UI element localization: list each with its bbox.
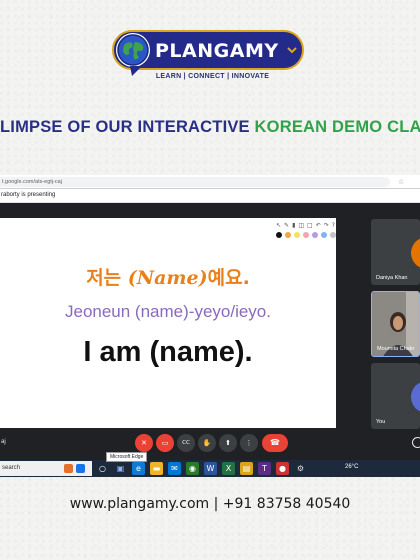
mail-icon[interactable]: ✉	[168, 462, 181, 475]
shape-tool-icon[interactable]: □	[307, 221, 313, 230]
present-button[interactable]: ⬆	[219, 434, 237, 452]
url-text: t.google.com/ats-egtj-caj	[2, 179, 62, 185]
excel-icon[interactable]: X	[222, 462, 235, 475]
color-orange[interactable]	[285, 231, 291, 238]
color-blue[interactable]	[321, 231, 327, 238]
end-call-button[interactable]: ☎	[262, 434, 288, 452]
taskbar-search-text: search	[2, 465, 21, 471]
speech-tail	[130, 66, 142, 76]
slide-english: I am (name).	[83, 336, 253, 368]
phone-hangup-icon: ☎	[270, 438, 280, 447]
contact-footer: www.plangamy.com | +91 83758 40540	[69, 496, 351, 512]
pen-tool-icon[interactable]: ✎	[284, 221, 289, 230]
meet-control-bar: aj ✕ ▭ CC ✋ ⬆ ⋮ ☎	[0, 429, 420, 459]
edge-icon[interactable]: e	[132, 462, 145, 475]
participant-tile-2[interactable]: Moumita Chakr	[371, 291, 420, 357]
drawing-palette[interactable]: ↖ ✎ ▮ ◫ □ ↶ ↷ ?	[276, 221, 336, 243]
search-highlight-icon	[64, 464, 73, 473]
presentation-slide: ↖ ✎ ▮ ◫ □ ↶ ↷ ? 저는 (Name)예요. Jeoneun (na…	[0, 218, 336, 428]
captions-icon: CC	[182, 440, 190, 446]
presenting-banner: raborty is presenting	[0, 189, 420, 203]
chrome-icon[interactable]: ◉	[186, 462, 199, 475]
mic-off-button[interactable]: ✕	[135, 434, 153, 452]
headline: LIMPSE OF OUR INTERACTIVE KOREAN DEMO CL…	[0, 118, 420, 137]
camera-off-icon: ▭	[161, 439, 169, 447]
meet-stage: ↖ ✎ ▮ ◫ □ ↶ ↷ ? 저는 (Name)예요. Jeoneun (na…	[0, 203, 420, 429]
slide-korean-line: 저는 (Name)예요.	[0, 263, 336, 290]
participant-name-1: Daniya Khan	[376, 275, 408, 281]
more-options-button[interactable]: ⋮	[240, 434, 258, 452]
meeting-user-name: aj	[1, 439, 6, 445]
headline-part-2: KOREAN DEMO CLA	[254, 118, 420, 136]
participant-name-2: Moumita Chakr	[377, 346, 415, 352]
globe-icon	[116, 33, 150, 67]
camera-off-button[interactable]: ▭	[156, 434, 174, 452]
presenting-text: raborty is presenting	[1, 192, 56, 198]
windows-taskbar: search ○ ▣ e ▬ ✉ ◉ W X ▤ T ● ⚙ 26°C	[0, 460, 420, 477]
raise-hand-button[interactable]: ✋	[198, 434, 216, 452]
slide-romanization: Jeoneun (name)-yeyo/ieyo.	[64, 302, 271, 321]
mic-off-icon: ✕	[141, 439, 147, 447]
color-black[interactable]	[276, 231, 282, 238]
app-icon[interactable]: ●	[276, 462, 289, 475]
color-purple[interactable]	[312, 231, 318, 238]
present-icon: ⬆	[225, 439, 231, 447]
captions-button[interactable]: CC	[177, 434, 195, 452]
browser-url-bar: t.google.com/ats-egtj-caj ☆	[0, 175, 420, 189]
select-tool-icon[interactable]: ↖	[276, 221, 281, 230]
star-icon[interactable]: ☆	[398, 178, 404, 186]
color-yellow[interactable]	[294, 231, 300, 238]
hand-icon: ✋	[202, 439, 212, 447]
edge-tooltip: Microsoft Edge	[106, 452, 148, 462]
highlighter-icon[interactable]: ▮	[292, 221, 295, 230]
plangamy-logo: PLANGAMY	[112, 30, 304, 70]
redo-icon[interactable]: ↷	[324, 221, 329, 230]
url-field[interactable]: t.google.com/ats-egtj-caj	[0, 177, 390, 187]
multitask-icon[interactable]: ▣	[114, 462, 127, 475]
undo-icon[interactable]: ↶	[316, 221, 321, 230]
korean-text-a: 저는	[86, 267, 128, 289]
participant-name-3: You	[376, 419, 386, 425]
color-pink[interactable]	[303, 231, 309, 238]
participant-avatar-3	[411, 381, 420, 413]
participant-tile-1[interactable]: Daniya Khan	[371, 219, 420, 285]
settings-gear-icon[interactable]: ⚙	[294, 462, 307, 475]
task-view-icon[interactable]: ○	[96, 462, 109, 475]
more-icon: ⋮	[245, 439, 253, 447]
eraser-icon[interactable]: ◫	[298, 221, 304, 230]
chevron-down-icon	[287, 47, 297, 54]
participant-tile-3[interactable]: You	[371, 363, 420, 429]
teams-icon[interactable]: T	[258, 462, 271, 475]
meet-screenshot: t.google.com/ats-egtj-caj ☆ raborty is p…	[0, 175, 420, 477]
weather-temperature: 26°C	[345, 464, 359, 470]
color-grey[interactable]	[330, 231, 336, 238]
file-explorer-icon[interactable]: ▬	[150, 462, 163, 475]
headline-part-1: LIMPSE OF OUR INTERACTIVE	[0, 118, 255, 136]
taskbar-search[interactable]: search	[0, 461, 92, 476]
widget-icon	[76, 464, 85, 473]
help-icon[interactable]: ?	[332, 221, 335, 230]
brand-tagline: LEARN | CONNECT | INNOVATE	[155, 73, 270, 80]
sticky-notes-icon[interactable]: ▤	[240, 462, 253, 475]
info-icon[interactable]	[412, 437, 420, 448]
brand-name: PLANGAMY	[155, 40, 279, 62]
word-icon[interactable]: W	[204, 462, 217, 475]
korean-name-placeholder: (Name)	[127, 267, 208, 289]
participant-avatar-1	[411, 237, 420, 269]
korean-text-b: 예요.	[207, 267, 250, 289]
taskbar-apps: ○ ▣ e ▬ ✉ ◉ W X ▤ T ● ⚙	[96, 462, 307, 475]
